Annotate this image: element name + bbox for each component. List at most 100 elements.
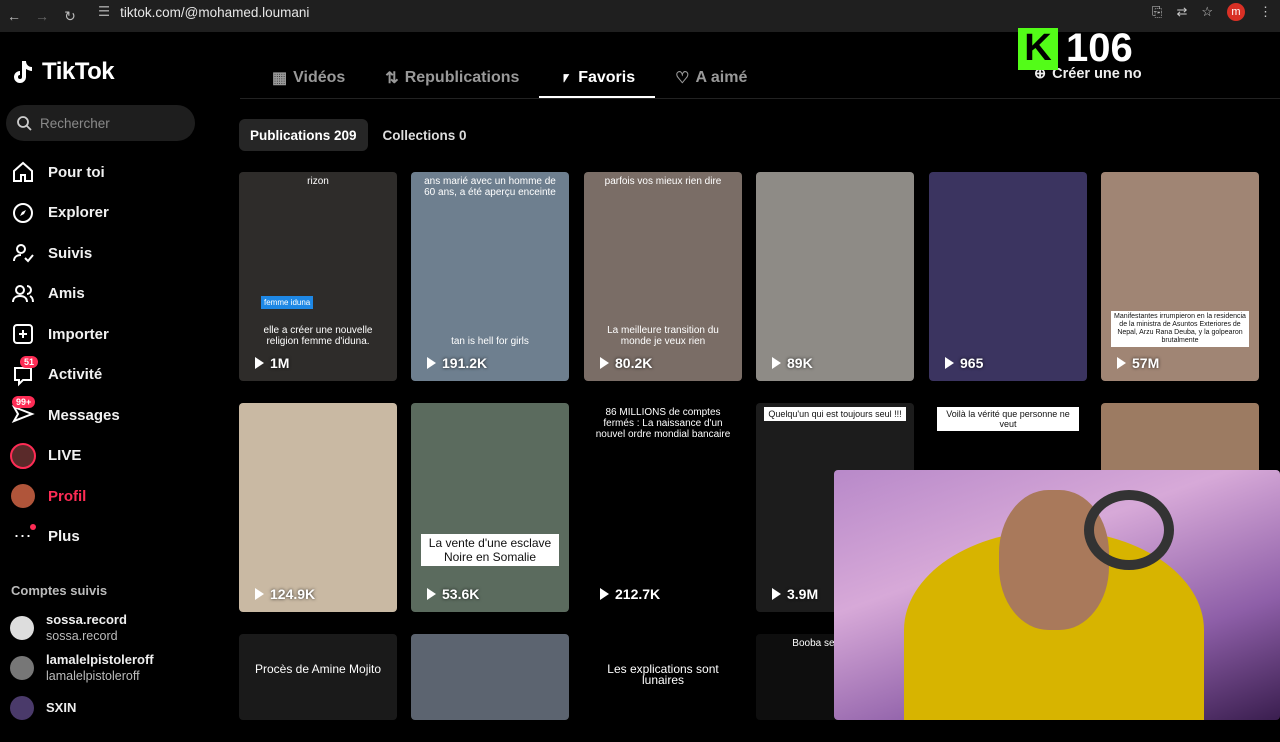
translate-icon[interactable]: ⇄ bbox=[1176, 4, 1187, 20]
video-title-caption: parfois vos mieux rien dire bbox=[604, 176, 722, 187]
nav-pour-toi[interactable]: Pour toi bbox=[0, 152, 220, 193]
url-text: tiktok.com/@mohamed.loumani bbox=[120, 4, 310, 20]
reload-icon[interactable]: ↻ bbox=[56, 4, 84, 28]
main-nav: Pour toi Explorer Suivis Amis Importer 5… bbox=[0, 152, 220, 557]
menu-icon[interactable]: ⋮ bbox=[1259, 4, 1272, 20]
video-card[interactable]: Les explications sont lunaires bbox=[584, 634, 742, 720]
view-count: 191.2K bbox=[427, 355, 487, 371]
video-card[interactable]: rizon elle a créer une nouvelle religion … bbox=[239, 172, 397, 381]
video-tag: femme iduna bbox=[261, 296, 314, 309]
avatar bbox=[10, 696, 34, 720]
view-count-text: 53.6K bbox=[442, 586, 480, 602]
video-caption: La meilleure transition du monde je veux… bbox=[607, 325, 719, 347]
nav-profil[interactable]: Profil bbox=[0, 476, 220, 517]
subtab-publications[interactable]: Publications 209 bbox=[239, 119, 368, 151]
view-count: 80.2K bbox=[600, 355, 652, 371]
view-count-text: 965 bbox=[960, 355, 984, 371]
tiktok-logo[interactable]: TikTok bbox=[10, 58, 115, 86]
upload-icon bbox=[10, 321, 36, 347]
tabs-divider bbox=[240, 98, 1280, 99]
play-icon bbox=[427, 357, 436, 369]
nav-amis[interactable]: Amis bbox=[0, 274, 220, 315]
profile-avatar bbox=[10, 483, 36, 509]
view-count: 124.9K bbox=[255, 586, 315, 602]
view-count-text: 89K bbox=[787, 355, 813, 371]
profile-avatar-chip[interactable]: m bbox=[1227, 3, 1245, 21]
video-card[interactable]: 124.9K bbox=[239, 403, 397, 612]
stream-counter-overlay: K 106 bbox=[1018, 26, 1133, 71]
view-count-text: 3.9M bbox=[787, 586, 819, 602]
viewer-count: 106 bbox=[1066, 26, 1133, 70]
activity-badge: 51 bbox=[20, 355, 39, 368]
play-icon bbox=[255, 357, 264, 369]
nav-importer[interactable]: Importer bbox=[0, 314, 220, 355]
sidebar: TikTok Pour toi Explorer Suivis Amis Imp… bbox=[0, 32, 220, 720]
streamer-webcam bbox=[834, 470, 1280, 720]
video-caption: La vente d'une esclave Noire en Somalie bbox=[421, 534, 559, 566]
play-icon bbox=[945, 357, 954, 369]
play-icon bbox=[600, 588, 609, 600]
avatar bbox=[10, 656, 34, 680]
search-input[interactable] bbox=[40, 115, 180, 131]
tab-videos[interactable]: ▦ Vidéos bbox=[252, 60, 365, 96]
nav-activite[interactable]: 51 Activité bbox=[0, 355, 220, 396]
video-card[interactable]: 965 bbox=[929, 172, 1087, 381]
back-icon[interactable]: ← bbox=[0, 4, 28, 28]
bookmark-icon: ⎖ bbox=[559, 69, 573, 86]
site-info-icon[interactable]: ☰ bbox=[98, 4, 110, 20]
view-count: 57M bbox=[1117, 355, 1159, 371]
install-icon[interactable]: ⎘ bbox=[1152, 4, 1162, 20]
view-count: 89K bbox=[772, 355, 813, 371]
nav-explorer[interactable]: Explorer bbox=[0, 193, 220, 234]
logo-text: TikTok bbox=[42, 58, 115, 85]
view-count: 212.7K bbox=[600, 586, 660, 602]
nav-suivis[interactable]: Suivis bbox=[0, 233, 220, 274]
tab-republications[interactable]: ⇅ Republications bbox=[365, 60, 539, 96]
nav-messages[interactable]: 99+ Messages bbox=[0, 395, 220, 436]
play-icon bbox=[600, 357, 609, 369]
subtab-collections[interactable]: Collections 0 bbox=[372, 119, 478, 151]
video-title-caption: Voilà la vérité que personne ne veut bbox=[937, 407, 1079, 431]
video-card[interactable]: Manifestantes irrumpieron en la residenc… bbox=[1101, 172, 1259, 381]
avatar bbox=[10, 616, 34, 640]
video-card[interactable]: parfois vos mieux rien dire La meilleure … bbox=[584, 172, 742, 381]
view-count-text: 212.7K bbox=[615, 586, 661, 602]
video-caption: Manifestantes irrumpieron en la residenc… bbox=[1111, 311, 1249, 347]
view-count-text: 80.2K bbox=[615, 355, 653, 371]
address-bar[interactable]: ☰ tiktok.com/@mohamed.loumani bbox=[98, 0, 1148, 24]
favorites-subtabs: Publications 209 Collections 0 bbox=[239, 119, 478, 151]
live-icon bbox=[10, 442, 36, 469]
more-dot bbox=[30, 523, 36, 530]
video-card[interactable]: ans marié avec un homme de 60 ans, a été… bbox=[411, 172, 569, 381]
home-icon bbox=[10, 159, 36, 185]
repost-icon: ⇅ bbox=[385, 70, 399, 87]
followed-account[interactable]: lamalelpistoleroff lamalelpistoleroff bbox=[10, 650, 210, 686]
headphones-icon bbox=[1084, 490, 1174, 570]
video-card[interactable]: 89K bbox=[756, 172, 914, 381]
video-card[interactable]: 86 MILLIONS de comptes fermés : La naiss… bbox=[584, 403, 742, 612]
nav-live[interactable]: LIVE bbox=[0, 436, 220, 477]
video-card[interactable] bbox=[411, 634, 569, 720]
followed-account[interactable]: sossa.record sossa.record bbox=[10, 610, 210, 646]
view-count: 53.6K bbox=[427, 586, 479, 602]
liked-icon: ♡ bbox=[675, 70, 690, 87]
view-count-text: 1M bbox=[270, 355, 290, 371]
view-count: 1M bbox=[255, 355, 289, 371]
video-card[interactable]: La vente d'une esclave Noire en Somalie 5… bbox=[411, 403, 569, 612]
bookmark-star-icon[interactable]: ☆ bbox=[1201, 4, 1213, 20]
video-caption: elle a créer une nouvelle religion femme… bbox=[263, 325, 373, 347]
inbox-icon: 51 bbox=[10, 355, 39, 388]
play-icon bbox=[255, 588, 264, 600]
forward-icon[interactable]: → bbox=[28, 4, 56, 28]
play-icon bbox=[1117, 357, 1126, 369]
video-caption: tan is hell for girls bbox=[451, 336, 529, 347]
friends-icon bbox=[10, 281, 36, 307]
tab-favoris[interactable]: ⎖ Favoris bbox=[539, 60, 655, 98]
nav-plus[interactable]: ⋯ Plus bbox=[0, 517, 220, 558]
view-count-text: 124.9K bbox=[270, 586, 316, 602]
search-box[interactable] bbox=[6, 105, 195, 141]
tab-a-aime[interactable]: ♡ A aimé bbox=[655, 60, 767, 96]
tiktok-logo-icon bbox=[14, 61, 32, 83]
followed-account[interactable]: SXIN bbox=[10, 690, 210, 726]
video-card[interactable]: Procès de Amine Mojito bbox=[239, 634, 397, 720]
